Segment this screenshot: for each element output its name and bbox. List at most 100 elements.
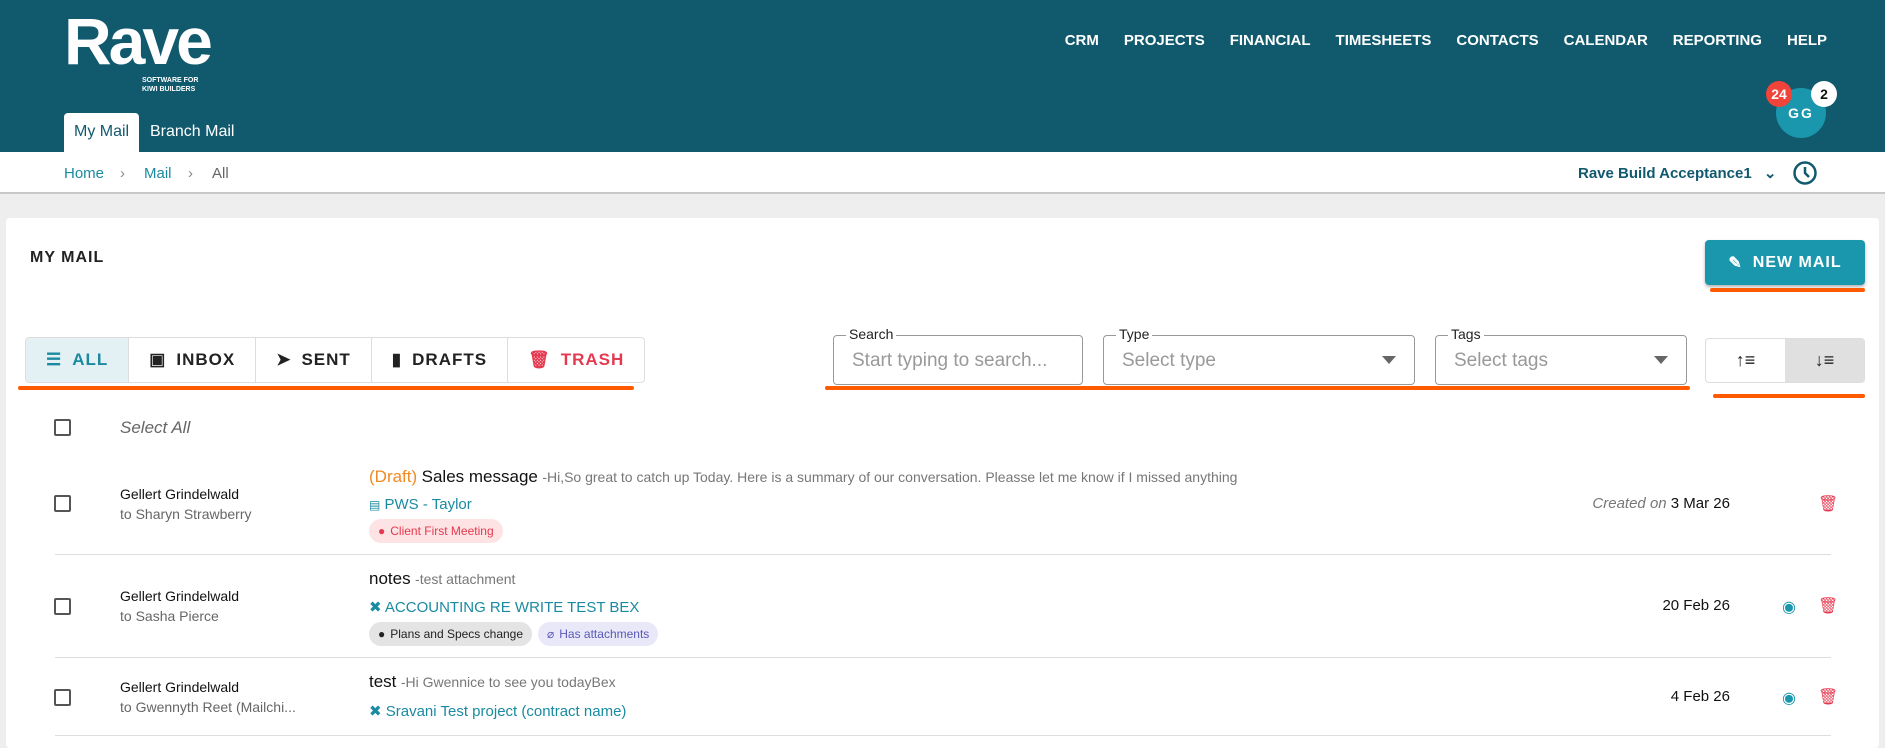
nav-help[interactable]: HELP <box>1787 32 1827 49</box>
breadcrumb-mail[interactable]: Mail <box>144 165 172 182</box>
attachment-chip[interactable]: ⌀ Has attachments <box>538 622 659 646</box>
tag-chip[interactable]: ● Plans and Specs change <box>369 622 533 646</box>
file-icon: ▮ <box>391 350 403 369</box>
nav-reporting[interactable]: REPORTING <box>1673 32 1762 49</box>
recipient: to Sharyn Strawberry <box>120 506 252 522</box>
project-link[interactable]: ACCOUNTING RE WRITE TEST BEX <box>385 599 639 616</box>
search-label: Search <box>846 326 897 342</box>
row-checkbox[interactable] <box>54 689 71 706</box>
mail-preview: -Hi Gwennice to see you todayBex <box>400 674 616 690</box>
history-clock-icon[interactable] <box>1792 160 1818 186</box>
list-icon: ☰ <box>46 350 63 369</box>
draft-label: (Draft) <box>369 467 418 486</box>
nav-crm[interactable]: CRM <box>1065 32 1099 49</box>
tab-my-mail[interactable]: My Mail <box>64 113 140 152</box>
annotation-underline <box>1713 394 1865 398</box>
row-checkbox[interactable] <box>54 598 71 615</box>
tags-label: Tags <box>1448 326 1484 342</box>
project-link[interactable]: PWS - Taylor <box>385 496 472 513</box>
mail-date: 20 Feb 26 <box>1662 597 1730 614</box>
tab-label: ALL <box>72 350 109 369</box>
type-select[interactable]: Type Select type <box>1103 326 1415 385</box>
project-link[interactable]: Sravani Test project (contract name) <box>386 703 627 720</box>
tag-icon: ● <box>378 524 386 538</box>
filter-tab-inbox[interactable]: ▣ INBOX <box>129 338 257 382</box>
page-title: MY MAIL <box>30 249 105 266</box>
sender-name: Gellert Grindelwald <box>120 679 240 695</box>
logo-text: Rave <box>64 4 213 78</box>
select-all-label: Select All <box>120 418 191 437</box>
trash-icon[interactable]: 🗑 <box>1818 596 1838 616</box>
tag-icon: ● <box>378 627 386 641</box>
mail-preview: -Hi,So great to catch up Today. Here is … <box>542 469 1238 485</box>
company-selector[interactable]: Rave Build Acceptance1 ⌄ <box>1578 164 1776 182</box>
logo-tagline: KIWI BUILDERS <box>142 86 196 93</box>
attachment-label: Has attachments <box>559 627 650 641</box>
annotation-underline <box>825 386 1690 390</box>
sort-descending-icon[interactable]: ↓≡ <box>1785 339 1864 382</box>
recipient: to Gwennyth Reet (Mailchi... <box>120 699 296 715</box>
created-on-label: Created on <box>1592 495 1667 512</box>
rave-logo[interactable]: Rave SOFTWARE FOR KIWI BUILDERS <box>64 4 213 93</box>
inbox-icon: ▣ <box>149 350 167 369</box>
mail-date: 3 Mar 26 <box>1670 495 1730 512</box>
breadcrumb-separator: › <box>120 165 125 182</box>
tools-icon: ✖ <box>369 703 382 720</box>
select-all-checkbox[interactable] <box>54 419 71 436</box>
caret-down-icon <box>1654 356 1668 364</box>
eye-icon[interactable]: ◉ <box>1782 597 1796 617</box>
chevron-down-icon: ⌄ <box>1763 165 1777 182</box>
breadcrumb-separator: › <box>188 165 193 182</box>
row-checkbox[interactable] <box>54 495 71 512</box>
eye-icon[interactable]: ◉ <box>1782 688 1796 708</box>
main-nav: CRM PROJECTS FINANCIAL TIMESHEETS CONTAC… <box>1065 32 1827 49</box>
caret-down-icon <box>1382 356 1396 364</box>
tab-label: SENT <box>301 350 351 369</box>
mail-filter-tabs: ☰ ALL ▣ INBOX ➤ SENT ▮ DRAFTS 🗑 TRASH <box>25 337 646 383</box>
tag-label: Plans and Specs change <box>390 627 524 641</box>
breadcrumb-current: All <box>212 165 229 182</box>
tag-label: Client First Meeting <box>390 524 494 538</box>
recipient: to Sasha Pierce <box>120 608 219 624</box>
nav-calendar[interactable]: CALENDAR <box>1564 32 1648 49</box>
search-input[interactable]: Search Start typing to search... <box>833 326 1083 385</box>
trash-icon[interactable]: 🗑 <box>1818 494 1838 514</box>
document-icon: ▤ <box>369 498 381 512</box>
pencil-icon: ✎ <box>1728 254 1743 272</box>
tags-placeholder: Select tags <box>1454 350 1548 371</box>
breadcrumb-bar: Home › Mail › All Rave Build Acceptance1… <box>0 152 1885 194</box>
type-placeholder: Select type <box>1122 350 1216 371</box>
search-placeholder: Start typing to search... <box>852 350 1048 371</box>
tags-select[interactable]: Tags Select tags <box>1435 326 1687 385</box>
sort-toggle: ↑≡ ↓≡ <box>1705 338 1865 383</box>
sort-ascending-icon[interactable]: ↑≡ <box>1706 339 1785 382</box>
trash-icon: 🗑 <box>528 350 551 369</box>
nav-projects[interactable]: PROJECTS <box>1124 32 1205 49</box>
filter-tab-trash[interactable]: 🗑 TRASH <box>508 338 644 382</box>
new-mail-button[interactable]: ✎ NEW MAIL <box>1705 240 1865 285</box>
top-header: Rave SOFTWARE FOR KIWI BUILDERS CRM PROJE… <box>0 0 1885 152</box>
tab-branch-mail[interactable]: Branch Mail <box>140 113 244 152</box>
mail-preview: -test attachment <box>415 571 516 587</box>
annotation-underline <box>18 386 634 390</box>
filter-tab-sent[interactable]: ➤ SENT <box>256 338 372 382</box>
paperclip-icon: ⌀ <box>547 627 555 641</box>
message-badge[interactable]: 2 <box>1811 81 1837 107</box>
tab-label: INBOX <box>176 350 236 369</box>
mail-subject[interactable]: notes <box>369 569 411 588</box>
trash-icon[interactable]: 🗑 <box>1818 687 1838 707</box>
notification-badge[interactable]: 24 <box>1766 81 1792 107</box>
mail-subject[interactable]: test <box>369 672 396 691</box>
send-icon: ➤ <box>276 350 292 369</box>
nav-timesheets[interactable]: TIMESHEETS <box>1336 32 1432 49</box>
tag-chip[interactable]: ● Client First Meeting <box>369 519 503 543</box>
filter-tab-drafts[interactable]: ▮ DRAFTS <box>372 338 509 382</box>
nav-financial[interactable]: FINANCIAL <box>1230 32 1311 49</box>
breadcrumb-home[interactable]: Home <box>64 165 104 182</box>
logo-tagline: SOFTWARE FOR <box>142 77 199 84</box>
type-label: Type <box>1116 326 1153 342</box>
mail-subject[interactable]: Sales message <box>422 467 538 486</box>
nav-contacts[interactable]: CONTACTS <box>1456 32 1538 49</box>
tools-icon: ✖ <box>369 599 382 616</box>
filter-tab-all[interactable]: ☰ ALL <box>26 338 130 382</box>
